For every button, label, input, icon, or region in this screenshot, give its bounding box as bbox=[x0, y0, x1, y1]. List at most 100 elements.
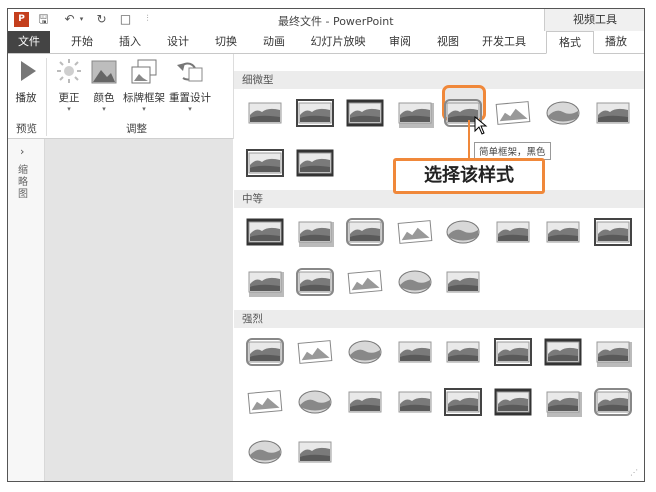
video-style-thumbnail[interactable] bbox=[544, 337, 582, 367]
poster-frame-button[interactable]: 标牌框架 ▾ bbox=[122, 58, 166, 113]
reset-design-label: 重置设计 bbox=[169, 92, 211, 104]
video-style-thumbnail[interactable] bbox=[296, 98, 334, 128]
video-style-thumbnail[interactable] bbox=[246, 98, 284, 128]
video-style-thumbnail[interactable] bbox=[246, 437, 284, 467]
tab-view[interactable]: 视图 bbox=[432, 31, 464, 53]
video-style-thumbnail[interactable] bbox=[296, 267, 334, 297]
video-style-thumbnail[interactable] bbox=[346, 98, 384, 128]
video-style-thumbnail[interactable] bbox=[494, 98, 532, 128]
tab-playback[interactable]: 播放 bbox=[596, 31, 636, 53]
color-label: 颜色 bbox=[93, 92, 115, 104]
video-style-thumbnail[interactable] bbox=[494, 337, 532, 367]
play-button[interactable]: 播放 bbox=[12, 58, 40, 105]
new-file-icon[interactable]: □ bbox=[118, 12, 133, 27]
video-style-thumbnail[interactable] bbox=[396, 98, 434, 128]
video-style-preview-icon bbox=[446, 271, 480, 293]
video-style-preview-icon bbox=[546, 101, 580, 125]
video-style-thumbnail[interactable] bbox=[296, 387, 334, 417]
video-style-preview-icon bbox=[296, 99, 334, 127]
customize-qat-icon[interactable]: ⫶ bbox=[140, 12, 155, 27]
tab-transitions[interactable]: 切换 bbox=[210, 31, 242, 53]
tab-home[interactable]: 开始 bbox=[66, 31, 98, 53]
play-label: 播放 bbox=[15, 92, 37, 104]
video-style-thumbnail[interactable] bbox=[444, 267, 482, 297]
reset-design-button[interactable]: 重置设计 ▾ bbox=[166, 58, 214, 113]
video-style-thumbnail[interactable] bbox=[544, 387, 582, 417]
tab-design[interactable]: 设计 bbox=[162, 31, 194, 53]
save-icon[interactable]: 🖫 bbox=[36, 12, 51, 27]
video-style-preview-icon bbox=[397, 220, 433, 244]
category-header-intense: 强烈 bbox=[234, 310, 644, 328]
video-style-preview-icon bbox=[544, 338, 582, 366]
redo-icon[interactable]: ↻ bbox=[94, 12, 109, 27]
video-style-thumbnail[interactable] bbox=[246, 217, 284, 247]
video-style-thumbnail[interactable] bbox=[296, 437, 334, 467]
video-style-thumbnail[interactable] bbox=[444, 337, 482, 367]
video-style-preview-icon bbox=[346, 99, 384, 127]
video-style-thumbnail[interactable] bbox=[494, 217, 532, 247]
video-style-preview-icon bbox=[398, 341, 432, 363]
tab-animations[interactable]: 动画 bbox=[258, 31, 290, 53]
video-style-thumbnail[interactable] bbox=[246, 267, 284, 297]
video-style-preview-icon bbox=[348, 391, 382, 413]
video-style-thumbnail[interactable] bbox=[396, 267, 434, 297]
video-style-thumbnail[interactable] bbox=[346, 217, 384, 247]
resize-grip-icon[interactable]: ⋰ bbox=[630, 468, 638, 477]
video-style-thumbnail[interactable] bbox=[544, 98, 582, 128]
group-label-preview: 预览 bbox=[16, 123, 37, 135]
undo-dropdown-icon[interactable]: ▾ bbox=[74, 12, 89, 27]
tab-review[interactable]: 审阅 bbox=[384, 31, 416, 53]
video-style-thumbnail[interactable] bbox=[346, 387, 384, 417]
video-style-thumbnail[interactable] bbox=[444, 387, 482, 417]
corrections-icon bbox=[54, 58, 84, 86]
poster-frame-label: 标牌框架 bbox=[123, 92, 165, 104]
video-style-thumbnail[interactable] bbox=[444, 217, 482, 247]
video-style-preview-icon bbox=[298, 221, 334, 247]
video-style-preview-icon bbox=[246, 149, 284, 177]
powerpoint-window: P 🖫 ↶ ▾ ↻ □ ⫶ 最终文件 - PowerPoint 视频工具 文件 … bbox=[7, 8, 645, 482]
instruction-callout: 选择该样式 bbox=[393, 158, 545, 194]
play-icon bbox=[12, 58, 42, 86]
video-style-preview-icon bbox=[446, 341, 480, 363]
video-style-preview-icon bbox=[446, 220, 480, 244]
video-style-preview-icon bbox=[248, 102, 282, 124]
thumbnail-pane-collapsed[interactable]: › 缩略图 bbox=[8, 139, 45, 481]
tab-format[interactable]: 格式 bbox=[546, 31, 594, 54]
video-style-preview-icon bbox=[398, 391, 432, 413]
video-style-thumbnail[interactable] bbox=[346, 337, 384, 367]
category-header-subtle: 细微型 bbox=[234, 71, 644, 89]
color-button[interactable]: 颜色 ▾ bbox=[88, 58, 120, 113]
ribbon-format: 播放 更正 ▾ 颜色 ▾ 标牌框架 ▾ 重置设计 ▾ 预览 调整 bbox=[8, 54, 234, 139]
video-style-thumbnail[interactable] bbox=[296, 217, 334, 247]
video-style-preview-icon bbox=[348, 340, 382, 364]
video-style-thumbnail[interactable] bbox=[246, 387, 284, 417]
corrections-dropdown-icon: ▾ bbox=[67, 105, 71, 113]
tab-file[interactable]: 文件 bbox=[8, 31, 50, 53]
video-style-thumbnail[interactable] bbox=[396, 217, 434, 247]
video-style-thumbnail[interactable] bbox=[396, 337, 434, 367]
video-style-preview-icon bbox=[496, 221, 530, 243]
video-style-preview-icon bbox=[297, 340, 333, 364]
video-style-thumbnail[interactable] bbox=[296, 337, 334, 367]
color-dropdown-icon: ▾ bbox=[102, 105, 106, 113]
tab-insert[interactable]: 插入 bbox=[114, 31, 146, 53]
video-style-thumbnail[interactable] bbox=[396, 387, 434, 417]
expand-chevron-icon[interactable]: › bbox=[20, 145, 24, 158]
video-style-preview-icon bbox=[596, 102, 630, 124]
tab-developer[interactable]: 开发工具 bbox=[478, 31, 530, 53]
video-style-thumbnail[interactable] bbox=[346, 267, 384, 297]
video-style-thumbnail[interactable] bbox=[296, 148, 334, 178]
video-style-thumbnail[interactable] bbox=[594, 217, 632, 247]
video-style-thumbnail[interactable] bbox=[246, 148, 284, 178]
thumbnail-pane-label: 缩略图 bbox=[18, 165, 28, 200]
video-style-thumbnail[interactable] bbox=[246, 337, 284, 367]
video-style-thumbnail[interactable] bbox=[594, 387, 632, 417]
color-icon bbox=[89, 58, 119, 86]
tab-slide-show[interactable]: 幻灯片放映 bbox=[306, 31, 370, 53]
video-style-thumbnail[interactable] bbox=[594, 98, 632, 128]
corrections-button[interactable]: 更正 ▾ bbox=[54, 58, 84, 113]
video-style-thumbnail[interactable] bbox=[544, 217, 582, 247]
video-style-preview-icon bbox=[248, 271, 284, 297]
video-style-thumbnail[interactable] bbox=[494, 387, 532, 417]
video-style-thumbnail[interactable] bbox=[594, 337, 632, 367]
